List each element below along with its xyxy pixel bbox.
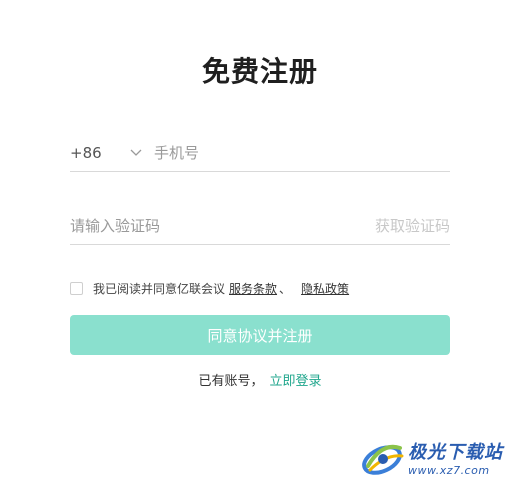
country-code-select[interactable]: +86 xyxy=(70,134,154,171)
aurora-logo-icon xyxy=(362,444,404,475)
country-code-value: +86 xyxy=(70,143,102,162)
phone-row: +86 xyxy=(70,134,450,172)
terms-link[interactable]: 服务条款 xyxy=(229,280,277,297)
login-link[interactable]: 立即登录 xyxy=(270,374,322,389)
watermark-url: www.xz7.com xyxy=(408,463,490,477)
agreement-row: 我已阅读并同意亿联会议 服务条款 、 隐私政策 xyxy=(70,280,349,297)
verification-row: 获取验证码 xyxy=(70,207,450,245)
login-prompt-row: 已有账号， 立即登录 xyxy=(0,370,520,389)
agreement-checkbox[interactable] xyxy=(70,282,83,295)
register-button[interactable]: 同意协议并注册 xyxy=(70,315,450,355)
phone-number-input[interactable] xyxy=(154,143,450,162)
page-title: 免费注册 xyxy=(201,55,318,88)
privacy-link[interactable]: 隐私政策 xyxy=(301,280,349,297)
agreement-separator: 、 xyxy=(279,282,292,296)
watermark-text: 极光下载站 www.xz7.com xyxy=(408,438,503,477)
login-prompt-text: 已有账号， xyxy=(198,374,264,389)
verification-code-input[interactable] xyxy=(70,216,375,235)
agreement-text: 我已阅读并同意亿联会议 xyxy=(93,282,226,296)
chevron-down-icon xyxy=(130,149,142,156)
watermark-name: 极光下载站 xyxy=(408,441,503,463)
watermark: 极光下载站 www.xz7.com xyxy=(360,432,516,482)
get-code-button[interactable]: 获取验证码 xyxy=(375,215,450,236)
